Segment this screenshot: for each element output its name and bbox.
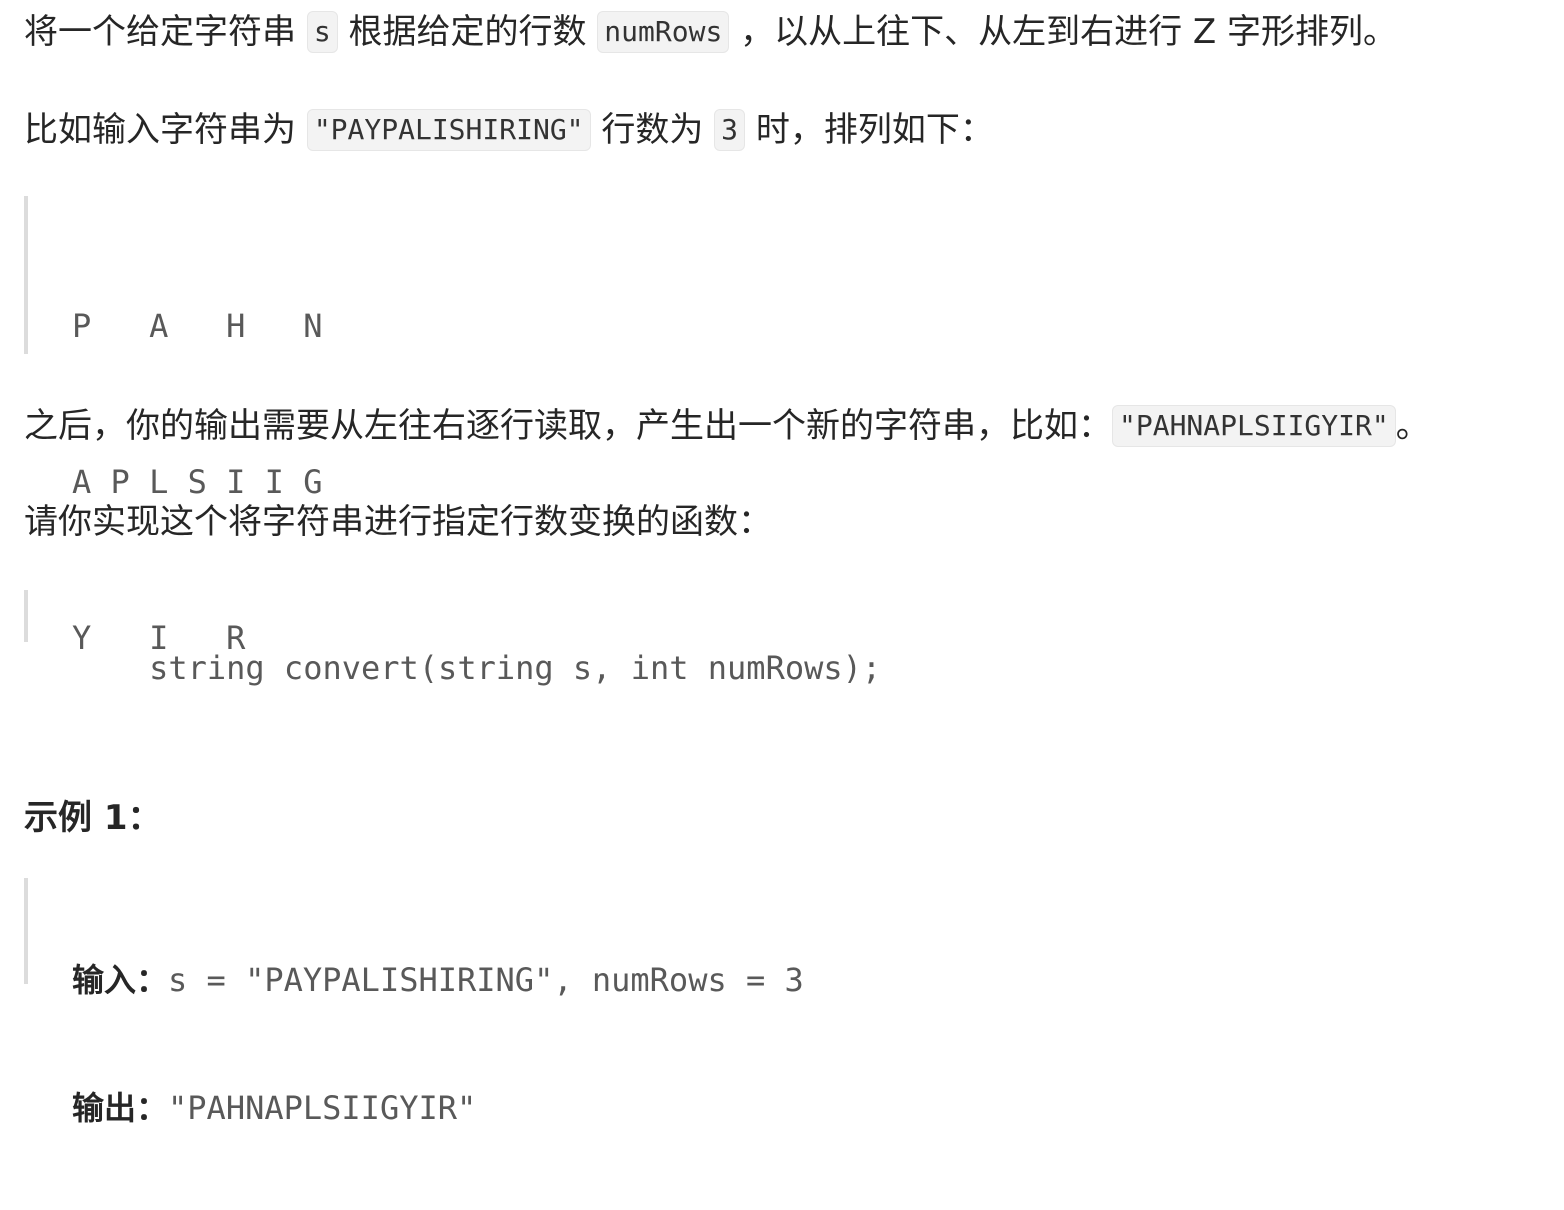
intro-text-2: 根据给定的行数 — [337, 12, 598, 52]
output-intro-text-1: 之后，你的输出需要从左往右逐行读取，产生出一个新的字符串，比如： — [24, 406, 1112, 446]
example-1-output-line: 输出："PAHNAPLSIIGYIR" — [72, 1082, 804, 1134]
example-intro-paragraph: 比如输入字符串为 "PAYPALISHIRING" 行数为 3 时，排列如下： — [24, 108, 994, 152]
code-s: s — [306, 11, 338, 53]
intro-text-1: 将一个给定字符串 — [24, 12, 307, 52]
code-output-string: "PAHNAPLSIIGYIR" — [1112, 405, 1396, 447]
example-intro-text-1: 比如输入字符串为 — [24, 110, 307, 150]
zigzag-row-1: P A H N — [72, 307, 323, 345]
function-signature: string convert(string s, int numRows); — [149, 649, 882, 687]
example-intro-text-3: 时，排列如下： — [745, 110, 994, 150]
intro-text-3: ，以从上往下、从左到右进行 Z 字形排列。 — [729, 12, 1398, 52]
code-numrows: numRows — [597, 11, 730, 53]
example-1-heading: 示例 1： — [24, 798, 162, 838]
example-intro-text-2: 行数为 — [590, 110, 715, 150]
function-intro-paragraph: 请你实现这个将字符串进行指定行数变换的函数： — [24, 500, 772, 544]
output-intro-paragraph: 之后，你的输出需要从左往右逐行读取，产生出一个新的字符串，比如： "PAHNAPL… — [24, 404, 1430, 448]
example-1-block: 输入：s = "PAYPALISHIRING", numRows = 3 输出：… — [24, 878, 804, 1127]
signature-block: string convert(string s, int numRows); — [24, 590, 881, 687]
output-intro-text-2: 。 — [1395, 406, 1430, 446]
output-value: "PAHNAPLSIIGYIR" — [168, 1089, 477, 1127]
input-label: 输入： — [72, 961, 169, 999]
input-value: s = "PAYPALISHIRING", numRows = 3 — [168, 961, 804, 999]
function-intro-text: 请你实现这个将字符串进行指定行数变换的函数： — [24, 502, 772, 542]
output-label: 输出： — [72, 1089, 169, 1127]
code-input-string: "PAYPALISHIRING" — [306, 109, 591, 151]
code-rows: 3 — [714, 109, 746, 151]
example-1-input-line: 输入：s = "PAYPALISHIRING", numRows = 3 — [72, 954, 804, 1006]
intro-paragraph: 将一个给定字符串 s 根据给定的行数 numRows ，以从上往下、从左到右进行… — [24, 10, 1397, 54]
zigzag-block: P A H N A P L S I I G Y I R — [24, 196, 323, 657]
